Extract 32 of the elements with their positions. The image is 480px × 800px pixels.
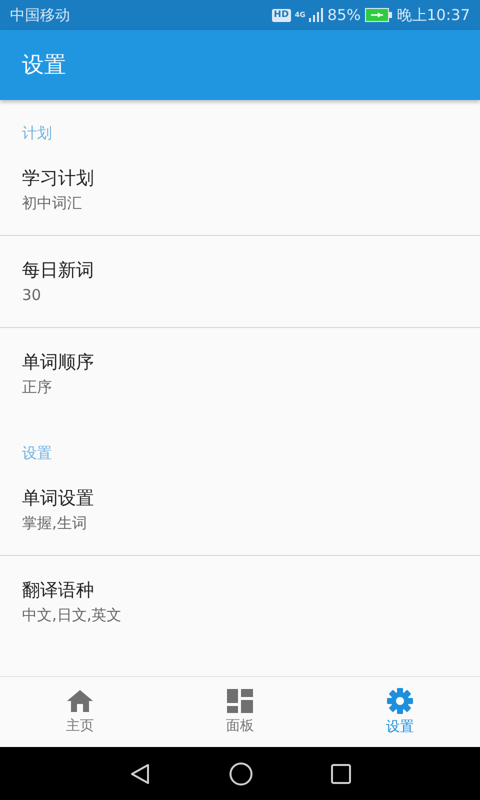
- dashboard-icon: [227, 689, 253, 713]
- item-title: 单词顺序: [22, 351, 95, 375]
- item-value: 30: [22, 285, 42, 306]
- home-button-icon[interactable]: [229, 762, 253, 786]
- clock: 晚上10:37: [396, 6, 470, 24]
- nav-tab[interactable]: 面板: [160, 677, 320, 747]
- hd-icon: HD: [272, 8, 291, 22]
- section-header: 设置: [21, 443, 53, 464]
- carrier-name: 中国移动: [10, 6, 71, 24]
- item-value: 中文,日文,英文: [22, 605, 123, 626]
- back-icon[interactable]: [129, 762, 151, 784]
- settings-item[interactable]: 翻译语种 中文,日文,英文: [0, 556, 480, 648]
- settings-icon: [387, 688, 413, 714]
- settings-item[interactable]: 每日新词 30: [0, 236, 480, 328]
- home-icon: [66, 689, 94, 713]
- app-bar-title: 设置: [22, 52, 66, 80]
- signal-icon: [309, 8, 324, 22]
- item-title: 单词设置: [22, 487, 95, 511]
- section-header: 计划: [21, 123, 53, 144]
- item-value: 初中词汇: [22, 193, 83, 214]
- battery-icon: [364, 8, 393, 22]
- settings-item[interactable]: 单词顺序 正序: [0, 328, 480, 420]
- recents-icon[interactable]: [331, 764, 351, 784]
- item-title: 每日新词: [22, 259, 95, 283]
- settings-item[interactable]: 单词设置 掌握,生词: [0, 464, 480, 556]
- item-value: 掌握,生词: [22, 513, 88, 534]
- item-title: 翻译语种: [22, 579, 95, 603]
- nav-tab[interactable]: 主页: [0, 677, 160, 747]
- item-title: 学习计划: [22, 167, 95, 191]
- battery-percent: 85%: [327, 6, 361, 24]
- settings-item[interactable]: 学习计划 初中词汇: [0, 144, 480, 236]
- item-value: 正序: [22, 377, 53, 398]
